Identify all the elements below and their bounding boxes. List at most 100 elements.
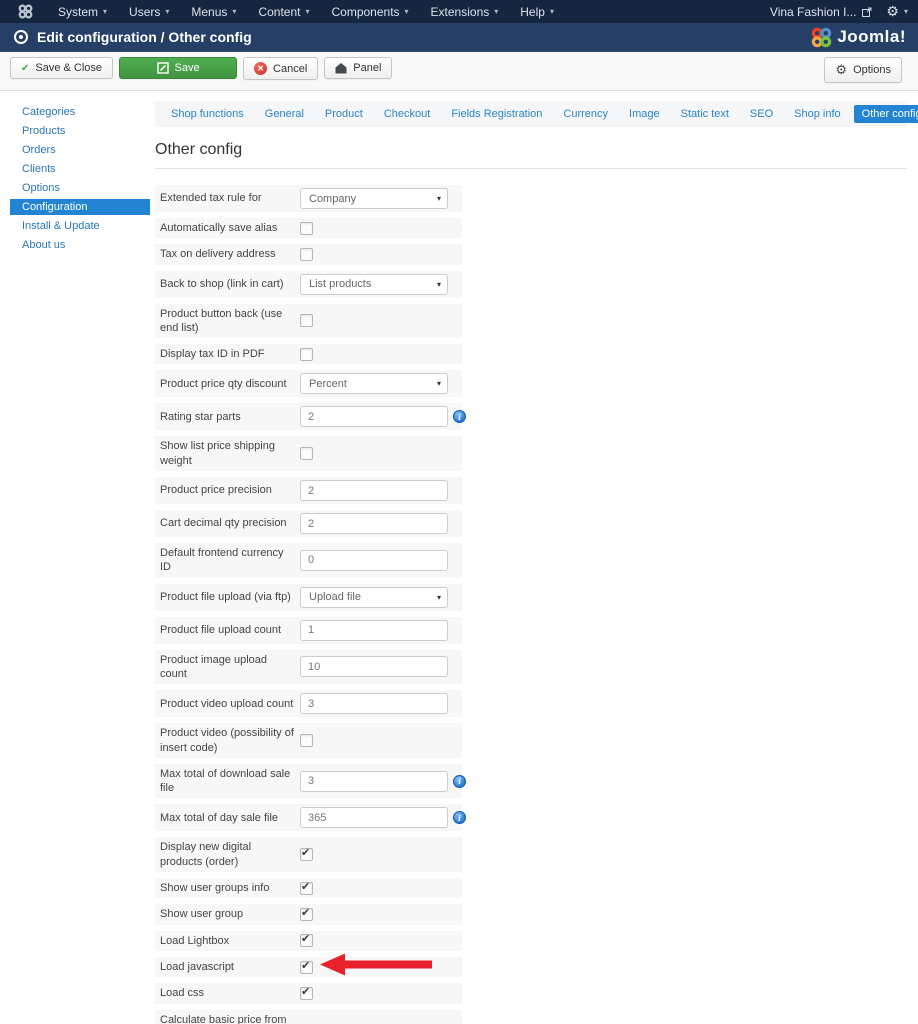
sidebar-item-install-update[interactable]: Install & Update	[10, 218, 150, 234]
section-heading: Other config	[155, 141, 907, 169]
field-control	[300, 447, 313, 460]
back-to-shop-link-in-cart-select[interactable]: List products▾	[300, 274, 448, 295]
tab-shop-functions[interactable]: Shop functions	[163, 105, 252, 123]
menu-menus[interactable]: Menus▾	[180, 5, 247, 19]
tab-other-config[interactable]: Other config	[854, 105, 918, 123]
form-row: Product video (possibility of insert cod…	[155, 723, 462, 758]
cart-decimal-qty-precision-field[interactable]	[300, 513, 448, 534]
red-annotation-arrow	[320, 953, 432, 982]
panel-button[interactable]: Panel	[324, 57, 392, 79]
show-user-group-checkbox[interactable]: ✔	[300, 908, 313, 921]
field-control	[300, 550, 448, 571]
load-lightbox-checkbox[interactable]: ✔	[300, 934, 313, 947]
cancel-button[interactable]: ✕ Cancel	[243, 57, 318, 80]
tab-seo[interactable]: SEO	[742, 105, 781, 123]
automatically-save-alias-checkbox[interactable]	[300, 222, 313, 235]
load-css-checkbox[interactable]: ✔	[300, 987, 313, 1000]
field-control	[300, 480, 448, 501]
config-view-icon	[14, 30, 28, 44]
product-video-possibility-of-insert-code-checkbox[interactable]	[300, 734, 313, 747]
joomla-logo: Joomla!	[811, 27, 906, 48]
save-button[interactable]: Save	[119, 57, 237, 79]
tab-checkout[interactable]: Checkout	[376, 105, 438, 123]
options-button[interactable]: ⚙ Options	[824, 57, 902, 83]
max-total-of-download-sale-file-field[interactable]	[300, 771, 448, 792]
checkmark-icon: ✔	[301, 959, 310, 972]
config-form: Extended tax rule for Company▾ Automatic…	[155, 185, 907, 1024]
sidebar-item-about-us[interactable]: About us	[10, 237, 150, 253]
form-row: Product file upload (via ftp) Upload fil…	[155, 584, 462, 611]
product-price-qty-discount-select[interactable]: Percent▾	[300, 373, 448, 394]
product-price-precision-field[interactable]	[300, 480, 448, 501]
show-user-groups-info-checkbox[interactable]: ✔	[300, 882, 313, 895]
field-control: Upload file▾	[300, 587, 448, 608]
product-video-upload-count-field[interactable]	[300, 693, 448, 714]
info-tooltip-icon[interactable]: i	[453, 410, 466, 423]
tab-image[interactable]: Image	[621, 105, 668, 123]
rating-star-parts-field[interactable]	[300, 406, 448, 427]
site-name: Vina Fashion I...	[770, 5, 857, 19]
info-tooltip-icon[interactable]: i	[453, 775, 466, 788]
sidebar-item-orders[interactable]: Orders	[10, 142, 150, 158]
info-tooltip-icon[interactable]: i	[453, 811, 466, 824]
sidebar-item-options[interactable]: Options	[10, 180, 150, 196]
main-panel: Shop functions General Product Checkout Fiel…	[150, 101, 907, 1024]
product-file-upload-via-ftp-select[interactable]: Upload file▾	[300, 587, 448, 608]
display-tax-id-in-pdf-checkbox[interactable]	[300, 348, 313, 361]
tab-static-text[interactable]: Static text	[673, 105, 737, 123]
menu-help[interactable]: Help▾	[509, 5, 565, 19]
max-total-of-day-sale-file-field[interactable]	[300, 807, 448, 828]
form-row: Calculate basic price from product price…	[155, 1010, 462, 1024]
tax-on-delivery-address-checkbox[interactable]	[300, 248, 313, 261]
menu-components[interactable]: Components▾	[320, 5, 419, 19]
chevron-down-icon: ▾	[103, 7, 107, 16]
toolbar: ✔ Save & Close Save ✕ Cancel Panel ⚙ Opt…	[0, 52, 918, 91]
admin-menu: System▾Users▾Menus▾Content▾Components▾Ex…	[47, 5, 565, 19]
field-label: Load css	[160, 986, 300, 1000]
menu-label: Content	[258, 5, 300, 19]
sidebar-item-clients[interactable]: Clients	[10, 161, 150, 177]
tab-fields-registration[interactable]: Fields Registration	[443, 105, 550, 123]
form-row: Back to shop (link in cart) List product…	[155, 271, 462, 298]
form-row: Product price qty discount Percent▾	[155, 370, 462, 397]
external-link-icon	[862, 7, 872, 17]
joomla-menu-icon[interactable]	[18, 4, 33, 19]
site-preview-link[interactable]: Vina Fashion I...	[770, 5, 873, 19]
product-image-upload-count-field[interactable]	[300, 656, 448, 677]
form-row: Load Lightbox ✔	[155, 931, 462, 951]
menu-users[interactable]: Users▾	[118, 5, 180, 19]
sidebar-item-configuration[interactable]: Configuration	[10, 199, 150, 215]
save-close-button[interactable]: ✔ Save & Close	[10, 57, 113, 79]
tab-general[interactable]: General	[257, 105, 312, 123]
field-control	[300, 348, 313, 361]
show-list-price-shipping-weight-checkbox[interactable]	[300, 447, 313, 460]
menu-extensions[interactable]: Extensions▾	[420, 5, 510, 19]
cancel-icon: ✕	[254, 62, 267, 75]
tab-currency[interactable]: Currency	[555, 105, 616, 123]
menu-system[interactable]: System▾	[47, 5, 118, 19]
config-tabs: Shop functions General Product Checkout Fiel…	[155, 101, 907, 127]
chevron-down-icon: ▾	[494, 7, 498, 16]
user-menu[interactable]: ⚙ ▾	[886, 3, 908, 20]
form-row: Product file upload count	[155, 617, 462, 644]
extended-tax-rule-for-select[interactable]: Company▾	[300, 188, 448, 209]
product-button-back-use-end-list-checkbox[interactable]	[300, 314, 313, 327]
save-label: Save	[175, 62, 200, 74]
default-frontend-currency-id-field[interactable]	[300, 550, 448, 571]
field-control: ✔	[300, 848, 313, 861]
display-new-digital-products-order-checkbox[interactable]: ✔	[300, 848, 313, 861]
joomla-logo-text: Joomla!	[837, 27, 906, 47]
product-file-upload-count-field[interactable]	[300, 620, 448, 641]
tab-shop-info[interactable]: Shop info	[786, 105, 848, 123]
menu-content[interactable]: Content▾	[247, 5, 320, 19]
tab-product[interactable]: Product	[317, 105, 371, 123]
sidebar-item-categories[interactable]: Categories	[10, 104, 150, 120]
field-control: i	[300, 771, 466, 792]
load-javascript-checkbox[interactable]: ✔	[300, 961, 313, 974]
field-control	[300, 693, 448, 714]
field-label: Display new digital products (order)	[160, 840, 300, 869]
cancel-label: Cancel	[273, 63, 307, 75]
joomla-glyph-icon	[18, 4, 33, 19]
sidebar-item-products[interactable]: Products	[10, 123, 150, 139]
field-label: Default frontend currency ID	[160, 546, 300, 575]
